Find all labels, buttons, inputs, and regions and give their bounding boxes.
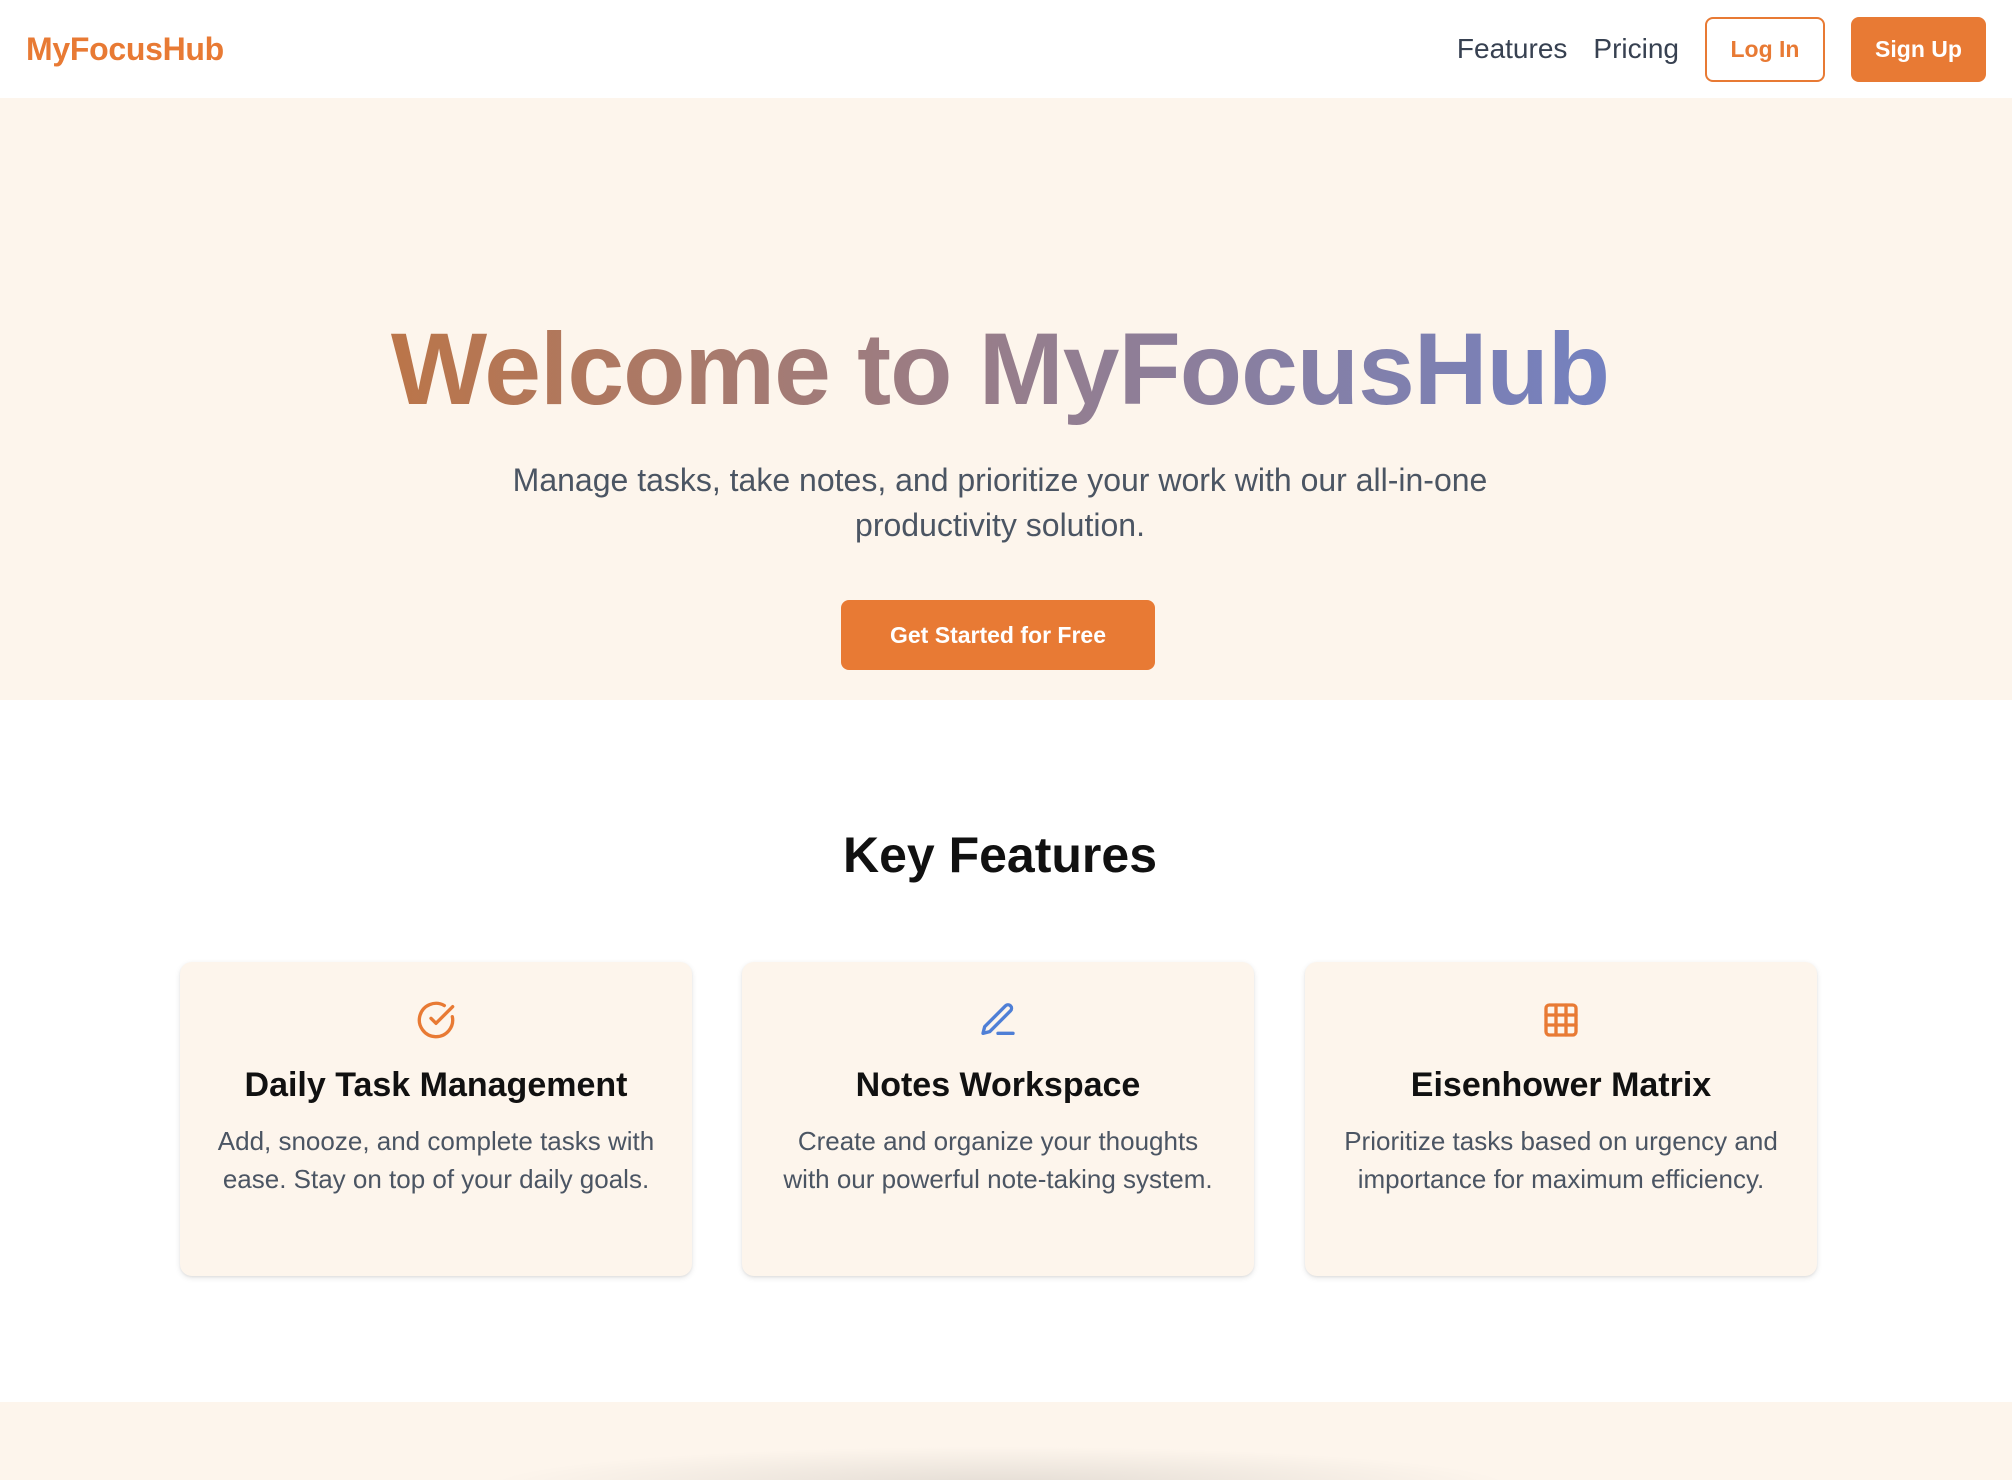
feature-card-title: Eisenhower Matrix [1410, 1066, 1712, 1104]
nav-link-pricing[interactable]: Pricing [1593, 33, 1679, 65]
nav-link-features[interactable]: Features [1457, 33, 1568, 65]
feature-card-title: Daily Task Management [244, 1066, 628, 1104]
feature-card-notes: Notes Workspace Create and organize your… [742, 962, 1254, 1276]
logo[interactable]: MyFocusHub [26, 31, 224, 68]
hero-subtitle: Manage tasks, take notes, and prioritize… [512, 462, 1488, 543]
pencil-icon [742, 1000, 1254, 1044]
hero-title-text: Welcome to MyFocusHub [390, 312, 1610, 426]
signup-button[interactable]: Sign Up [1851, 16, 1986, 82]
preview-shadow [480, 1446, 1520, 1480]
login-button[interactable]: Log In [1705, 16, 1825, 82]
feature-card-matrix: Eisenhower Matrix Prioritize tasks based… [1305, 962, 1817, 1276]
feature-card-title: Notes Workspace [855, 1066, 1141, 1104]
hero-title: Welcome to MyFocusHub [0, 318, 2000, 420]
features-title: Key Features [842, 827, 1158, 883]
feature-card-tasks: Daily Task Management Add, snooze, and c… [180, 962, 692, 1276]
feature-card-description: Add, snooze, and complete tasks with eas… [217, 1126, 655, 1194]
get-started-button[interactable]: Get Started for Free [841, 600, 1155, 670]
hero-section: Welcome to MyFocusHub Manage tasks, take… [0, 98, 2012, 700]
grid-icon [1305, 1000, 1817, 1044]
check-circle-icon [180, 1000, 692, 1044]
site-header: MyFocusHub Features Pricing Log In Sign … [0, 0, 2012, 98]
next-section [0, 1402, 2012, 1480]
top-nav: Features Pricing Log In Sign Up [1457, 16, 1986, 82]
feature-card-description: Prioritize tasks based on urgency and im… [1344, 1126, 1778, 1194]
feature-card-description: Create and organize your thoughts with o… [783, 1126, 1213, 1194]
